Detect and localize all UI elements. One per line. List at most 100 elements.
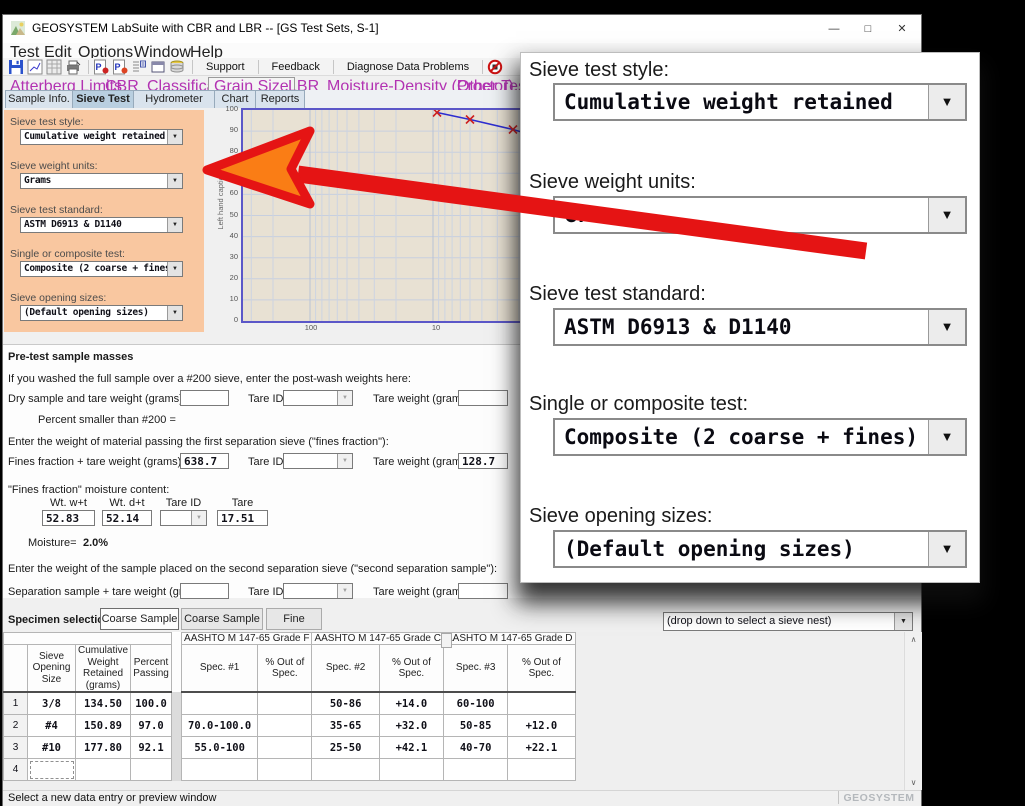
callout-sieve-test-style-value: Cumulative weight retained [555,85,928,119]
grid-cell-out2[interactable] [379,759,443,781]
grid-cell-pct[interactable]: 97.0 [131,715,172,737]
grid-cell-num[interactable]: 1 [4,692,28,715]
sieve-test-standard-select[interactable]: ASTM D6913 & D1140 ▼ [20,217,183,233]
grid-cell-out2[interactable]: +14.0 [379,692,443,715]
grid-cell-spec1[interactable] [182,692,258,715]
grid-cell-spec3[interactable]: 40-70 [444,737,508,759]
grid-cell-spec2[interactable]: 25-50 [312,737,379,759]
save-icon[interactable] [8,59,25,75]
grid-cell-spec2[interactable]: 35-65 [312,715,379,737]
y-tick: 70 [212,167,238,176]
vertical-scrollbar[interactable]: ∧ ∨ [904,632,922,790]
separation-tare-id-select[interactable]: ▼ [283,583,353,599]
grid-cell-spec3[interactable]: 50-85 [444,715,508,737]
grid-cell-pct[interactable] [131,759,172,781]
grid-cell-spec1[interactable]: 55.0-100 [182,737,258,759]
copy-data-icon[interactable] [131,59,148,75]
tab-fine-sample[interactable]: Fine Sample [266,608,322,630]
grid-cell-out2[interactable]: +42.1 [379,737,443,759]
dry-tare-id-select[interactable]: ▼ [283,390,353,406]
callout-single-composite-label: Single or composite test: [529,393,748,416]
grid-cell-out1[interactable] [258,759,312,781]
grid-cell-size[interactable]: #10 [28,737,76,759]
sieve-nest-select[interactable]: (drop down to select a sieve nest) ▼ [663,612,913,631]
support-button[interactable]: Support [197,61,254,73]
dry-tare-weight-input[interactable] [458,390,508,406]
sieve-weight-units-select[interactable]: Grams ▼ [20,173,183,189]
grid-icon[interactable] [46,59,63,75]
scroll-down-icon[interactable]: ∨ [905,778,922,787]
grid-cell-out3[interactable]: +22.1 [508,737,575,759]
chart-y-axis-caption: Left hand caption [216,172,225,230]
grid-cell-cum[interactable]: 134.50 [76,692,131,715]
fines-tare-weight-input[interactable] [458,453,508,469]
moisture-result-value: 2.0% [83,537,108,549]
maximize-icon: □ [865,23,872,35]
scroll-up-icon[interactable]: ∧ [905,635,922,644]
grid-cell-cum[interactable]: 177.80 [76,737,131,759]
tab-sieve-test[interactable]: Sieve Test [72,90,134,108]
grid-cell-spec1[interactable]: 70.0-100.0 [182,715,258,737]
grid-cell-size[interactable]: #4 [28,715,76,737]
grid-cell-spec1[interactable] [182,759,258,781]
wt-wet-input[interactable] [42,510,95,526]
grid-cell-out3[interactable] [508,692,575,715]
grid-cell-spec2[interactable] [312,759,379,781]
tab-coarse-sample-1[interactable]: Coarse Sample #1 [100,608,179,630]
dry-sample-input[interactable] [180,390,229,406]
pdf-export-icon[interactable]: P [93,59,110,75]
grid-cell-pct[interactable]: 100.0 [131,692,172,715]
window-layout-icon[interactable] [150,59,167,75]
sieve-weight-units-value: Grams [21,174,167,188]
pdf-print-icon[interactable]: P [112,59,129,75]
status-brand: GEOSYSTEM [840,792,918,804]
single-composite-select[interactable]: Composite (2 coarse + fines) ▼ [20,261,183,277]
grid-cell-size[interactable]: 3/8 [28,692,76,715]
database-icon[interactable] [169,59,186,75]
tab-reports[interactable]: Reports [255,90,305,108]
grid-cell-out1[interactable] [258,737,312,759]
fines-tare-id-select[interactable]: ▼ [283,453,353,469]
callout-sieve-weight-units-value: Grams [555,198,928,232]
maximize-button[interactable]: □ [851,15,885,43]
grid-cell-cum[interactable]: 150.89 [76,715,131,737]
grid-cell-pct[interactable]: 92.1 [131,737,172,759]
grid-cell-num[interactable]: 3 [4,737,28,759]
separation-sample-input[interactable] [180,583,229,599]
minimize-button[interactable]: — [817,15,851,43]
grid-cell-out1[interactable] [258,692,312,715]
sieve-test-style-select[interactable]: Cumulative weight retained ▼ [20,129,183,145]
grid-cell-cum[interactable] [76,759,131,781]
tab-sample-info[interactable]: Sample Info. [5,90,73,108]
print-icon[interactable] [65,59,82,75]
grid-cell-spec3[interactable]: 60-100 [444,692,508,715]
chart-icon[interactable] [27,59,44,75]
fines-fraction-input[interactable] [180,453,229,469]
tare-weight-label: Tare weight (grams) [373,393,470,405]
grid-cell-spec2[interactable]: 50-86 [312,692,379,715]
toolbar-separator [482,60,483,74]
callout-sieve-test-style-label: Sieve test style: [529,59,669,82]
col-header-sieve-size: Sieve Opening Size [28,645,76,693]
grid-cell-out3[interactable]: +12.0 [508,715,575,737]
tab-hydrometer-test[interactable]: Hydrometer Test [133,90,215,108]
diagnose-data-problems-button[interactable]: Diagnose Data Problems [338,61,478,73]
moisture-tare-id-value [161,511,191,525]
close-button[interactable]: ✕ [885,15,919,43]
grid-cell-out2[interactable]: +32.0 [379,715,443,737]
wt-dry-input[interactable] [102,510,152,526]
col-header-out1: % Out of Spec. [258,645,312,693]
grid-cell-num[interactable]: 2 [4,715,28,737]
y-tick: 10 [212,294,238,303]
grid-cell-out1[interactable] [258,715,312,737]
grid-cell-spec3[interactable] [444,759,508,781]
feedback-button[interactable]: Feedback [263,61,329,73]
sieve-opening-sizes-select[interactable]: (Default opening sizes) ▼ [20,305,183,321]
separation-tare-weight-input[interactable] [458,583,508,599]
moisture-tare-id-select[interactable]: ▼ [160,510,207,526]
grid-cell-num[interactable]: 4 [4,759,28,781]
grid-cell-out3[interactable] [508,759,575,781]
grid-cell-size[interactable] [28,759,76,781]
moisture-tare-input[interactable] [217,510,268,526]
tab-coarse-sample-2[interactable]: Coarse Sample #2 [181,608,263,630]
